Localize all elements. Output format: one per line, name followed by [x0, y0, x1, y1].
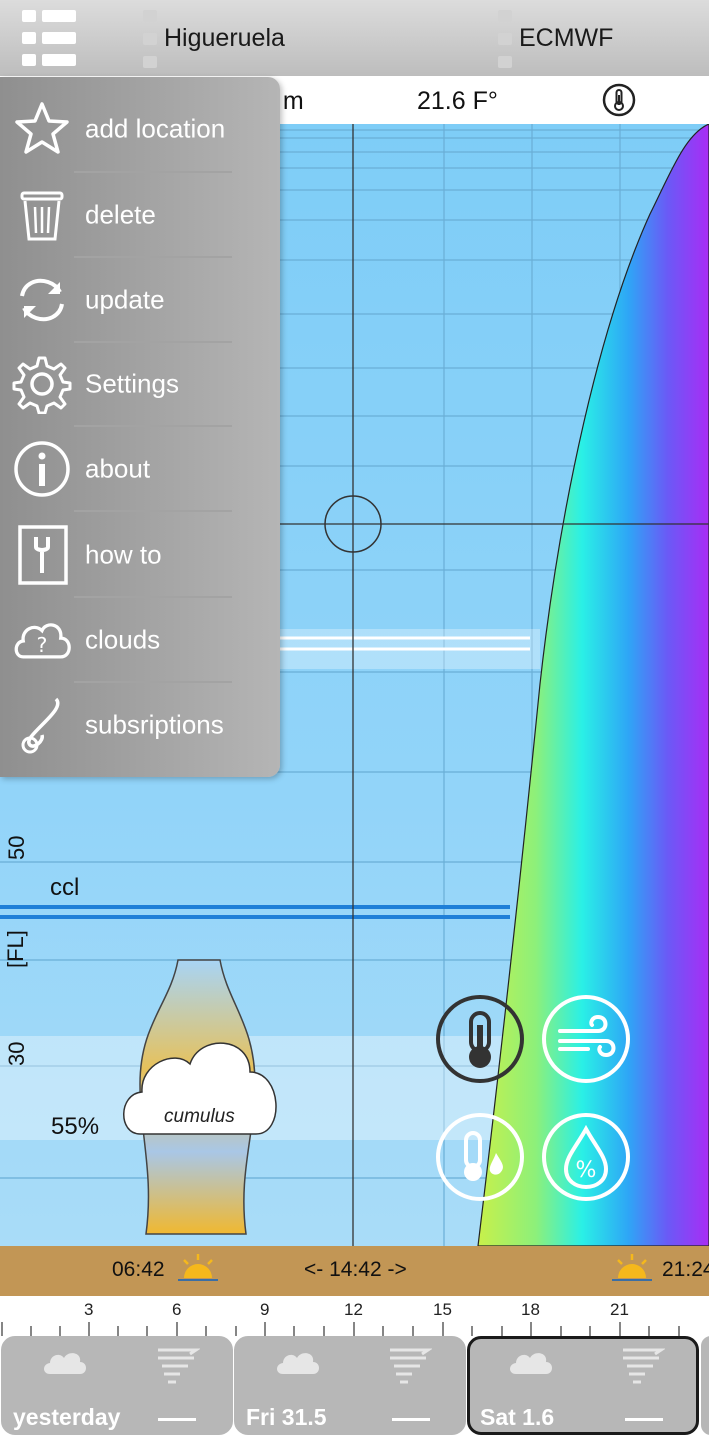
- menu-item-settings[interactable]: Settings: [0, 342, 280, 426]
- temperature-mode-button[interactable]: [436, 995, 524, 1083]
- menu-label: delete: [85, 199, 156, 230]
- menu-item-subscriptions[interactable]: subsriptions: [0, 683, 280, 767]
- thermometer-icon: [469, 1011, 491, 1068]
- menu-item-about[interactable]: about: [0, 427, 280, 511]
- time-tick-label: 18: [521, 1300, 540, 1319]
- wrench-document-icon: [18, 525, 68, 585]
- time-tick-label: 6: [172, 1300, 182, 1319]
- wind-sock-icon: [390, 1348, 432, 1384]
- thermometer-drop-icon: [464, 1131, 503, 1181]
- sunrise-time: 06:42: [112, 1258, 165, 1281]
- dewpoint-mode-button[interactable]: [436, 1113, 524, 1201]
- temperature-readout: 21.6 F°: [417, 87, 498, 115]
- cloud-icon: [277, 1353, 319, 1374]
- thermometer-toggle-icon[interactable]: [602, 83, 636, 117]
- day-dash: [158, 1418, 196, 1421]
- sunset-time: 21:24: [662, 1258, 709, 1281]
- time-tick-label: 9: [260, 1300, 270, 1319]
- wind-sock-icon: [158, 1348, 200, 1384]
- menu-label: Settings: [85, 368, 179, 399]
- menu-item-how-to[interactable]: how to: [0, 513, 280, 597]
- signature-icon: [21, 697, 60, 754]
- humidity-mode-button[interactable]: %: [542, 1113, 630, 1201]
- menu-label: clouds: [85, 624, 161, 655]
- altitude-tick-30: 30: [4, 1041, 29, 1066]
- menu-item-update[interactable]: update: [0, 258, 280, 342]
- menu-label: add location: [85, 113, 226, 144]
- time-tick-label: 15: [433, 1300, 452, 1319]
- wind-sock-icon: [623, 1348, 665, 1384]
- time-tick-label: 21: [610, 1300, 629, 1319]
- humidity-drop-icon: %: [563, 1124, 609, 1190]
- side-menu: add location delete update Settings abou…: [0, 77, 280, 777]
- menu-item-delete[interactable]: delete: [0, 173, 280, 257]
- menu-label: update: [85, 284, 165, 315]
- menu-label: how to: [85, 539, 162, 570]
- menu-label: subsriptions: [85, 709, 224, 740]
- menu-divider: [74, 510, 232, 512]
- sunrise-icon: [178, 1254, 218, 1281]
- wind-icon: [558, 1014, 616, 1058]
- ccl-label: ccl: [50, 874, 80, 901]
- gear-icon: [12, 356, 72, 414]
- svg-text:%: %: [576, 1158, 597, 1183]
- day-tab-next[interactable]: [701, 1336, 709, 1435]
- cloud-question-icon: ?: [14, 623, 71, 659]
- day-dash: [392, 1418, 430, 1421]
- svg-text:?: ?: [37, 633, 48, 657]
- day-label-yesterday: yesterday: [13, 1404, 121, 1430]
- current-time-selector[interactable]: <- 14:42 ->: [304, 1258, 407, 1282]
- cloud-icon: [510, 1353, 552, 1374]
- menu-item-clouds[interactable]: ? clouds: [0, 598, 280, 682]
- time-tick-label: 12: [344, 1300, 363, 1319]
- menu-icon[interactable]: [18, 8, 80, 70]
- location-selector[interactable]: Higueruela: [164, 24, 285, 53]
- menu-label: about: [85, 453, 151, 484]
- altitude-tick-50: 50: [4, 835, 29, 860]
- day-label-fri: Fri 31.5: [246, 1404, 327, 1430]
- info-icon: [14, 441, 70, 497]
- cloud-type-label: cumulus: [164, 1106, 235, 1127]
- day-label-sat: Sat 1.6: [480, 1404, 555, 1430]
- wind-mode-button[interactable]: [542, 995, 630, 1083]
- day-dash: [625, 1418, 663, 1421]
- trash-icon: [20, 191, 64, 241]
- refresh-icon: [20, 278, 64, 322]
- altitude-axis-unit: [FL]: [3, 930, 28, 968]
- time-tick-label: 3: [84, 1300, 94, 1319]
- star-icon: [15, 102, 69, 154]
- sunset-icon: [612, 1254, 652, 1281]
- humidity-label: 55%: [51, 1113, 100, 1140]
- cloud-icon: [44, 1353, 86, 1374]
- model-selector[interactable]: ECMWF: [519, 24, 613, 53]
- menu-item-add-location[interactable]: add location: [0, 87, 280, 171]
